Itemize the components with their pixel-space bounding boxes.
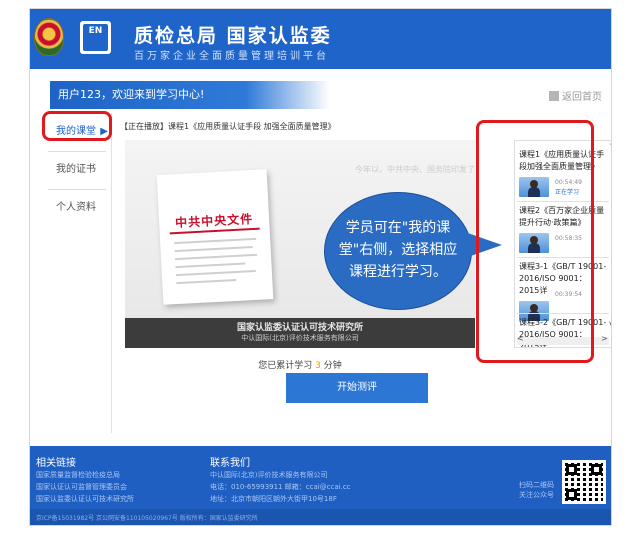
sidebar-item-profile[interactable]: 个人资料 — [42, 197, 112, 219]
footer-contact-company: 中认国际(北京)评价技术服务有限公司 — [210, 471, 328, 479]
footer-contact-heading: 联系我们 — [210, 458, 250, 469]
study-time-suffix: 分钟 — [323, 361, 342, 371]
sidebar-item-label: 个人资料 — [56, 202, 96, 213]
document-text-line — [176, 278, 237, 285]
welcome-message: 用户123，欢迎来到学习中心! — [50, 81, 330, 109]
sidebar-divider — [48, 151, 106, 152]
study-time-prefix: 您已累计学习 — [258, 361, 313, 371]
home-link[interactable]: 返回首页 — [549, 88, 602, 103]
sidebar-divider — [48, 189, 106, 190]
home-link-label: 返回首页 — [562, 92, 602, 103]
home-icon — [549, 90, 559, 101]
footer-link[interactable]: 国家质量监督检验检疫总局 — [36, 470, 120, 480]
document-text-line — [174, 237, 257, 245]
scroll-up-icon[interactable]: ^ — [609, 141, 611, 150]
footer-contact-address: 地址：北京市朝阳区朝外大街甲10号18F — [210, 495, 337, 503]
footer-link[interactable]: 国家认监委认证认可技术研究所 — [36, 494, 134, 504]
callout-text: 学员可在"我的课堂"右侧，选择相应课程进行学习。 — [338, 220, 458, 280]
site-subtitle: 百万家企业全面质量管理培训平台 — [134, 51, 329, 62]
study-time-minutes: 3 — [315, 361, 321, 371]
scroll-down-icon[interactable]: v — [609, 319, 611, 328]
now-playing-label: 【正在播放】课程1《应用质量认证手段 加强全面质量管理》 — [120, 122, 336, 131]
qr-code-icon — [562, 460, 606, 504]
sidebar: 我的课堂 ▶ 我的证书 个人资料 — [42, 113, 112, 433]
footer-links-heading: 相关链接 — [36, 458, 76, 469]
footer-contact-phone-email: 电话：010-65993911 邮箱：ccai@ccai.cc — [210, 483, 351, 491]
qr-caption: 扫码二维码 关注公众号 — [519, 481, 554, 499]
scroll-right-icon[interactable]: > — [601, 334, 608, 343]
emblem-icon — [34, 18, 64, 56]
study-time: 您已累计学习 3 分钟 — [125, 358, 475, 371]
course-scroll-thumb[interactable] — [611, 157, 612, 207]
highlight-sidebar-annotation — [42, 111, 112, 141]
video-caption-line1: 国家认监委认证认可技术研究所 — [236, 323, 363, 333]
video-faint-caption: 今年以，中共中央、国务院印发了《关于 — [355, 165, 475, 174]
en-logo-icon: EN — [80, 21, 111, 54]
welcome-bar: 用户123，欢迎来到学习中心! 返回首页 — [50, 81, 610, 109]
sidebar-item-label: 我的证书 — [56, 164, 96, 175]
start-assessment-button[interactable]: 开始测评 — [286, 373, 428, 403]
video-caption-line2: 中认国际(北京)评价技术服务有限公司 — [241, 334, 359, 342]
sidebar-item-my-certificates[interactable]: 我的证书 — [42, 159, 112, 181]
en-logo-text: EN — [83, 24, 108, 51]
highlight-course-list-annotation — [476, 120, 594, 363]
site-header: EN 质检总局 国家认监委 百万家企业全面质量管理培训平台 — [30, 9, 611, 69]
copyright-text: 京ICP备15031982号 京公网安备110105020967号 版权所有：国… — [36, 515, 258, 522]
document-image: 中共中央文件 — [156, 169, 274, 305]
document-text-line — [175, 253, 258, 261]
document-text-line — [175, 262, 246, 269]
document-text-line — [174, 246, 253, 253]
footer-link[interactable]: 国家认证认可监督管理委员会 — [36, 482, 127, 492]
document-text-line — [175, 269, 256, 277]
course-scrollbar[interactable] — [611, 151, 612, 331]
site-title: 质检总局 国家认监委 — [134, 25, 332, 47]
page-frame: EN 质检总局 国家认监委 百万家企业全面质量管理培训平台 用户123，欢迎来到… — [29, 8, 612, 526]
